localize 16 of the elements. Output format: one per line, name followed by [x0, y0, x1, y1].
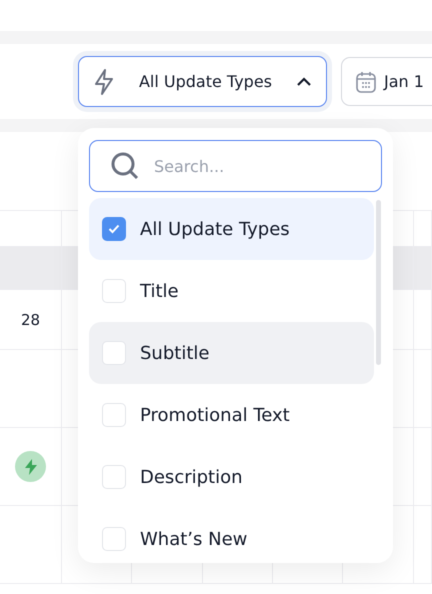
date-range-button[interactable]: Jan 1 — [341, 57, 432, 106]
check-icon — [108, 224, 120, 234]
chevron-icon — [296, 76, 312, 86]
table-cell: 28 — [20, 310, 40, 328]
dropdown-option[interactable]: Title — [89, 260, 374, 322]
dropdown-option[interactable]: All Update Types — [89, 198, 374, 260]
bolt-icon — [93, 68, 115, 96]
dropdown-option[interactable]: Promotional Text — [89, 384, 374, 446]
checkbox[interactable] — [102, 217, 126, 241]
dropdown-option[interactable]: Description — [89, 446, 374, 508]
dropdown-option[interactable]: What’s New — [89, 508, 374, 553]
calendar-icon — [356, 70, 376, 92]
dropdown-option[interactable]: Subtitle — [89, 322, 374, 384]
search-field[interactable]: Search... — [89, 140, 382, 192]
bolt-icon — [15, 451, 46, 482]
search-icon — [110, 151, 140, 181]
